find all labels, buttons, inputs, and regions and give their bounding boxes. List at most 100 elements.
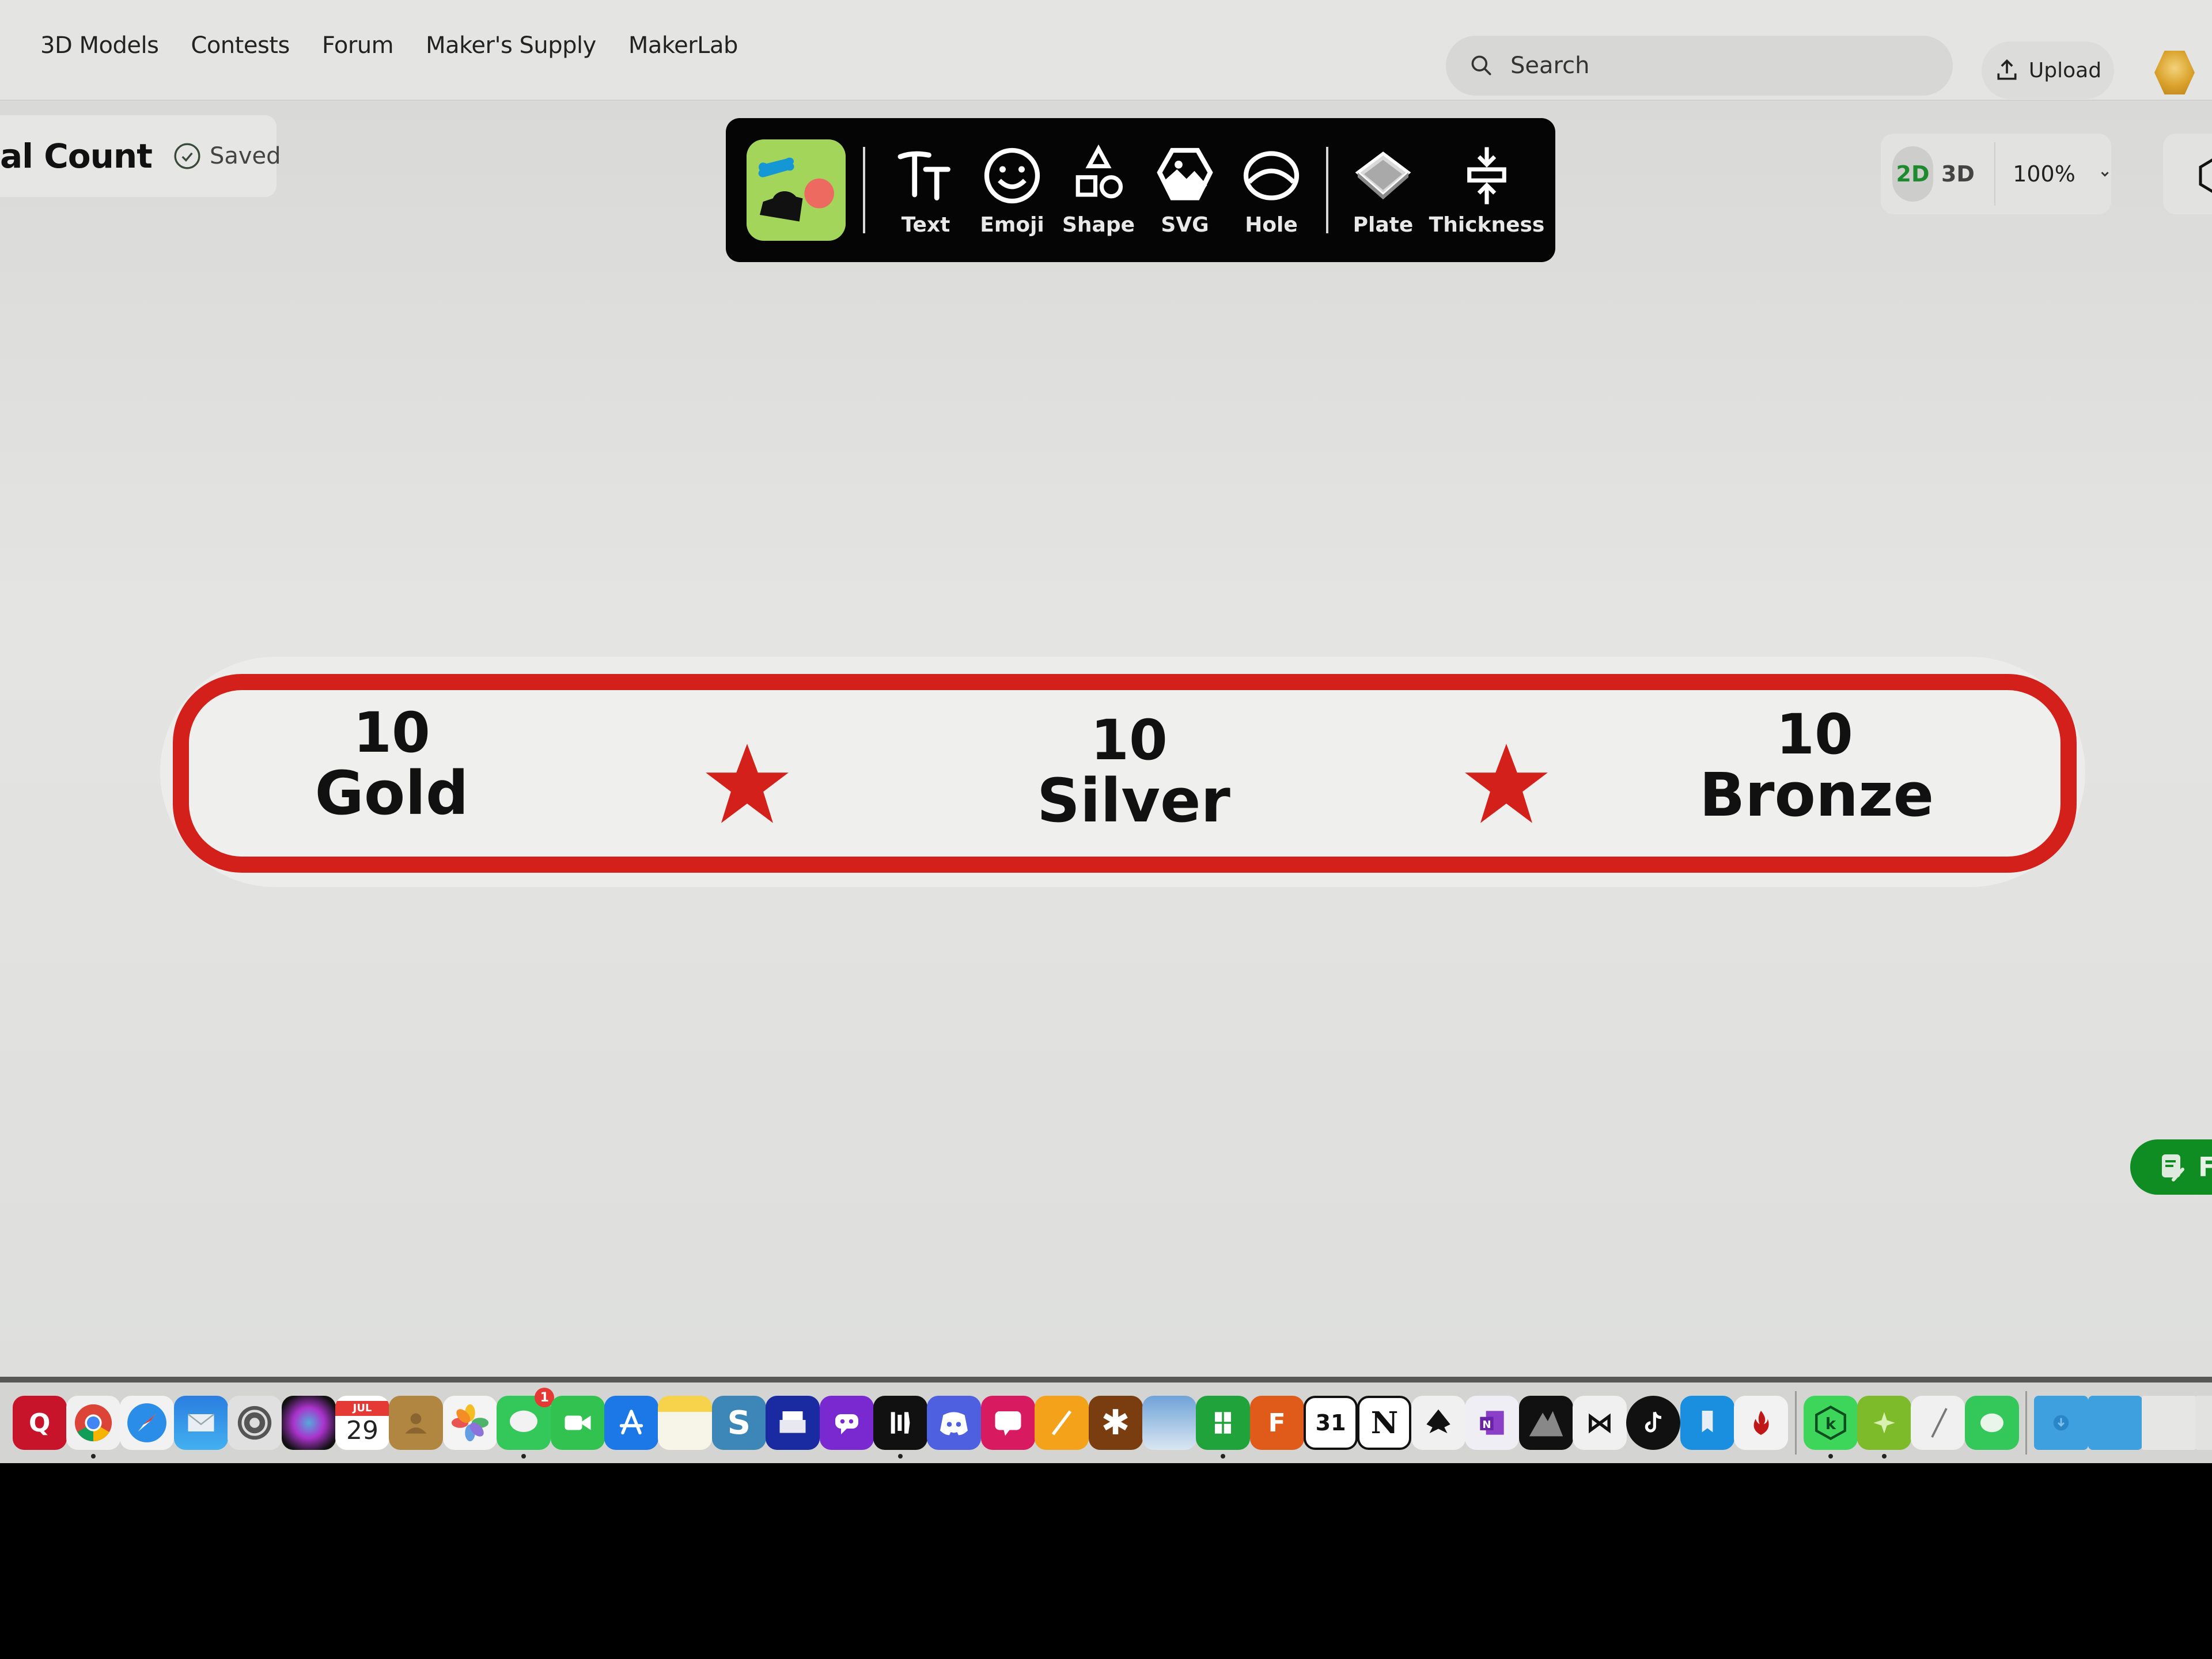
dock-facetime[interactable] bbox=[550, 1396, 605, 1450]
extra-view-control[interactable] bbox=[2163, 134, 2212, 214]
dock-imessage-alt[interactable] bbox=[1964, 1396, 2019, 1450]
nav-link-forum[interactable]: Forum bbox=[322, 32, 394, 59]
dock-capcut[interactable]: ⋈ bbox=[1573, 1396, 1627, 1450]
contact-icon bbox=[405, 1413, 427, 1434]
dock-calendar-31[interactable]: 31 bbox=[1304, 1396, 1358, 1450]
zoom-select[interactable]: 100% bbox=[2013, 161, 2075, 187]
dock-fusion[interactable]: F bbox=[1249, 1396, 1304, 1450]
dock-textedit[interactable] bbox=[1911, 1396, 1965, 1450]
feedback-button-label: F bbox=[2198, 1152, 2212, 1183]
dock-onenote[interactable]: N bbox=[1465, 1396, 1520, 1450]
tool-emoji-button[interactable]: Emoji bbox=[969, 130, 1055, 251]
dock-notes[interactable] bbox=[658, 1396, 713, 1450]
dock-chrome[interactable] bbox=[66, 1396, 121, 1450]
view-2d-toggle[interactable]: 2D bbox=[1892, 146, 1933, 202]
inkscape-icon bbox=[1426, 1409, 1450, 1434]
app-store-icon bbox=[619, 1410, 643, 1435]
plate-text-bronze[interactable]: 10 Bronze bbox=[1699, 706, 1934, 830]
running-indicator bbox=[521, 1454, 527, 1459]
dock-calendar[interactable]: JUL 29 bbox=[335, 1396, 390, 1450]
tool-hole-button[interactable]: Hole bbox=[1228, 130, 1315, 251]
app-logo[interactable] bbox=[747, 139, 846, 241]
dock-app-red-q[interactable]: Q bbox=[12, 1396, 67, 1450]
dock-call-app[interactable] bbox=[980, 1396, 1035, 1450]
star-icon[interactable] bbox=[1463, 743, 1550, 824]
upload-button[interactable]: Upload bbox=[1982, 41, 2114, 99]
dock-kaspersky[interactable]: k bbox=[1803, 1396, 1858, 1450]
dock-system-settings[interactable] bbox=[228, 1396, 282, 1450]
nav-link-makerlab[interactable]: MakerLab bbox=[628, 32, 738, 59]
tool-text-button[interactable]: Text bbox=[882, 130, 969, 251]
chat-bot-icon bbox=[835, 1414, 858, 1434]
tool-svg-label: SVG bbox=[1161, 213, 1209, 237]
phone-bubble-icon bbox=[995, 1411, 1021, 1436]
message-bubble-icon bbox=[510, 1410, 538, 1432]
toolbar-divider bbox=[863, 147, 865, 233]
dock-discord[interactable] bbox=[927, 1396, 982, 1450]
plate-text-silver[interactable]: 10 Silver bbox=[1037, 708, 1230, 832]
hexagon-icon bbox=[2199, 158, 2212, 193]
dock-app-dark[interactable] bbox=[873, 1396, 927, 1450]
dock-pages-pen[interactable] bbox=[1035, 1396, 1089, 1450]
view-controls: 2D 3D 100% bbox=[1881, 134, 2111, 214]
tool-shape-button[interactable]: Shape bbox=[1055, 130, 1142, 251]
dock-inkscape[interactable] bbox=[1411, 1396, 1465, 1450]
tiktok-icon bbox=[1645, 1411, 1662, 1433]
dock-app-asterisk[interactable]: ✱ bbox=[1088, 1396, 1143, 1450]
gold-label: Gold bbox=[315, 757, 469, 828]
dock-app-store[interactable] bbox=[604, 1396, 658, 1450]
dock-scanner[interactable] bbox=[766, 1396, 820, 1450]
bronze-label: Bronze bbox=[1699, 759, 1934, 830]
avatar[interactable] bbox=[2154, 51, 2195, 94]
dock-contacts[interactable] bbox=[389, 1396, 444, 1450]
dock-green-app[interactable] bbox=[1857, 1396, 1911, 1450]
dock-siri[interactable] bbox=[281, 1396, 336, 1450]
dock-mail[interactable] bbox=[173, 1396, 228, 1450]
dock-blank-doc[interactable] bbox=[2141, 1396, 2196, 1450]
dock-monavue-go[interactable] bbox=[1518, 1396, 1573, 1450]
gear-icon bbox=[238, 1406, 272, 1440]
screen: 3D Models Contests Forum Maker's Supply … bbox=[0, 0, 2212, 1463]
onenote-icon: N bbox=[1480, 1411, 1504, 1435]
search-input[interactable]: Search bbox=[1446, 36, 1953, 96]
view-3d-toggle[interactable]: 3D bbox=[1941, 161, 1975, 187]
tool-plate-label: Plate bbox=[1353, 213, 1414, 237]
nav-link-contests[interactable]: Contests bbox=[191, 32, 290, 59]
tool-shape-label: Shape bbox=[1062, 213, 1135, 237]
plate-text-gold[interactable]: 10 Gold bbox=[311, 704, 472, 825]
upload-icon bbox=[1997, 59, 2017, 80]
nav-link-3d-models[interactable]: 3D Models bbox=[40, 32, 159, 59]
dock-tiktok[interactable] bbox=[1626, 1396, 1681, 1450]
download-icon bbox=[2053, 1415, 2069, 1431]
dock-flame-app[interactable] bbox=[1734, 1396, 1789, 1450]
flame-icon bbox=[1753, 1411, 1769, 1435]
dock-notion[interactable]: N bbox=[1357, 1396, 1412, 1450]
dock-numbers[interactable] bbox=[1196, 1396, 1251, 1450]
message-bubble-icon bbox=[1980, 1413, 2003, 1433]
emoji-icon bbox=[984, 147, 1040, 203]
tool-svg-button[interactable]: SVG bbox=[1142, 130, 1228, 251]
dock-bookmark-app[interactable] bbox=[1680, 1396, 1734, 1450]
dock-safari[interactable] bbox=[120, 1396, 175, 1450]
dock-blank-doc-2[interactable] bbox=[2195, 1396, 2212, 1450]
gold-count: 10 bbox=[353, 700, 430, 765]
dock-preview[interactable] bbox=[1142, 1396, 1196, 1450]
dock-photos[interactable] bbox=[442, 1396, 497, 1450]
running-indicator bbox=[897, 1454, 903, 1459]
dock-app-s[interactable]: S bbox=[711, 1396, 766, 1450]
silver-count: 10 bbox=[1090, 708, 1168, 772]
dock-downloads-folder[interactable] bbox=[2034, 1396, 2089, 1450]
nav-link-makers-supply[interactable]: Maker's Supply bbox=[426, 32, 596, 59]
tool-plate-button[interactable]: Plate bbox=[1340, 130, 1426, 251]
dock: Q JUL 29 1 S ✱ F 31 N N ⋈ k bbox=[0, 1382, 2212, 1463]
project-title[interactable]: al Count bbox=[0, 137, 153, 176]
dock-chat-bot[interactable] bbox=[819, 1396, 874, 1450]
dock-messages[interactable]: 1 bbox=[497, 1388, 555, 1450]
running-indicator bbox=[91, 1454, 96, 1459]
dock-folder[interactable] bbox=[2088, 1396, 2142, 1450]
tool-thickness-button[interactable]: Thickness bbox=[1426, 130, 1547, 251]
video-camera-icon bbox=[565, 1415, 591, 1430]
chevron-down-icon[interactable] bbox=[2099, 165, 2111, 183]
star-icon[interactable] bbox=[704, 743, 790, 824]
feedback-button[interactable]: F bbox=[2130, 1139, 2212, 1195]
